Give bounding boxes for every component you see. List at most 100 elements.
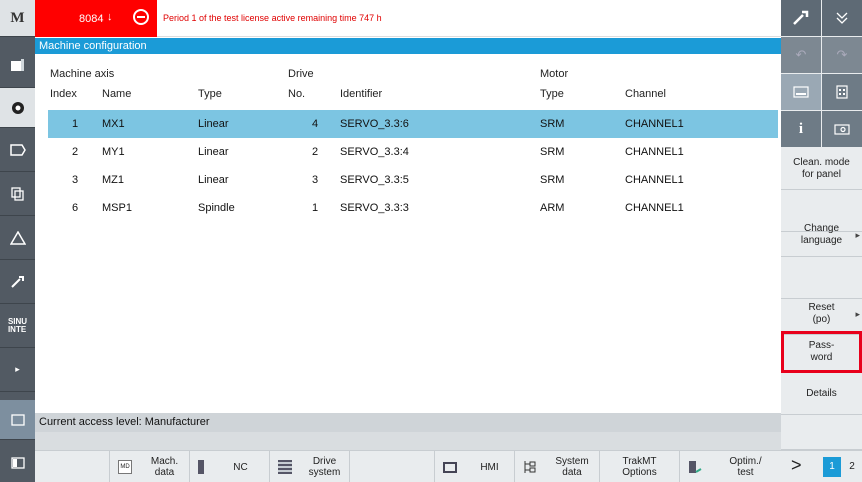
- program-button[interactable]: [0, 128, 35, 172]
- column-header-name: Name: [102, 88, 132, 100]
- wrench-icon: [10, 275, 24, 288]
- softkey-empty[interactable]: [35, 451, 110, 482]
- window-button[interactable]: [0, 400, 35, 440]
- softkey-label: Change language: [800, 223, 843, 246]
- cell-index: 1: [72, 118, 79, 130]
- table-row[interactable]: 6 MSP1 Spindle 1 SERVO_3.3:3 ARM CHANNEL…: [48, 194, 778, 222]
- settings-button[interactable]: [822, 0, 862, 36]
- target-icon: [11, 101, 24, 114]
- cell-channel: CHANNEL1: [625, 118, 684, 130]
- wrench-button[interactable]: [781, 0, 821, 36]
- column-header-identifier: Identifier: [340, 88, 383, 100]
- column-header-index: Index: [50, 88, 77, 100]
- next-page-button[interactable]: >: [791, 455, 802, 476]
- redo-button[interactable]: ↷: [822, 37, 862, 73]
- softkey-clean-mode[interactable]: Clean. mode for panel: [781, 148, 862, 190]
- cell-identifier: SERVO_3.3:3: [340, 202, 409, 214]
- softkey-label: Mach. data: [150, 456, 179, 478]
- softkey-label: Reset (po): [808, 301, 835, 325]
- wrench-icon: [793, 10, 809, 25]
- md-icon: MD: [118, 460, 132, 474]
- page-title: Machine configuration: [35, 38, 781, 54]
- softkey-trakmt-options[interactable]: TrakMT Options: [600, 451, 680, 482]
- softkey-label: HMI: [480, 461, 499, 473]
- alarm-message: Period 1 of the test license active rema…: [163, 13, 382, 23]
- cell-identifier: SERVO_3.3:5: [340, 174, 409, 186]
- cell-drive-no: 4: [312, 118, 319, 130]
- softkey-nc[interactable]: NC: [190, 451, 270, 482]
- panel-button[interactable]: [0, 444, 35, 482]
- arrow-icon: [9, 143, 26, 156]
- program-manager-button[interactable]: [0, 172, 35, 216]
- info-button[interactable]: i: [781, 111, 821, 147]
- softkey-empty[interactable]: [781, 415, 862, 450]
- softkey-label: NC: [233, 461, 248, 473]
- cancel-alarm-icon[interactable]: [133, 9, 149, 25]
- softkey-system-data[interactable]: System data: [515, 451, 600, 482]
- column-header-drive-no: No.: [288, 88, 306, 100]
- softkey-label: Pass- word: [808, 339, 835, 363]
- pencil-icon: [10, 58, 24, 71]
- softkey-label: TrakMT Options: [622, 456, 657, 478]
- redo-icon: ↷: [836, 47, 848, 62]
- cell-index: 6: [72, 202, 79, 214]
- vertical-softkey-bar: ↶ ↷ i Clean. mode for panel Change langu…: [781, 0, 862, 482]
- edit-program-button[interactable]: [0, 44, 35, 88]
- screenshot-button[interactable]: [822, 111, 862, 147]
- page-1-button[interactable]: 1: [823, 457, 841, 477]
- cell-motor-type: SRM: [540, 174, 565, 186]
- jog-button[interactable]: [0, 88, 35, 128]
- softkey-optim-test[interactable]: Optim./ test: [680, 451, 781, 482]
- expand-button[interactable]: ▸: [0, 348, 35, 392]
- softkey-mach-data[interactable]: MD Mach. data: [110, 451, 190, 482]
- alarm-number: 8084: [79, 13, 104, 25]
- info-icon: i: [798, 120, 804, 137]
- machine-configuration-table: Machine axis Drive Motor Index Name Type…: [35, 54, 781, 406]
- undo-icon: ↶: [795, 47, 807, 62]
- softkey-change-language[interactable]: Change language: [781, 214, 862, 257]
- softkey-password[interactable]: Pass- word: [781, 331, 862, 373]
- cell-type: Linear: [198, 174, 229, 186]
- alarm-number-box[interactable]: 8084 ↓: [35, 0, 157, 37]
- cell-drive-no: 1: [312, 202, 319, 214]
- diagnostics-button[interactable]: [0, 216, 35, 260]
- calculator-icon: [836, 85, 848, 99]
- calculator-button[interactable]: [822, 74, 862, 110]
- keyboard-icon: [793, 86, 809, 98]
- window-icon: [10, 413, 25, 426]
- cell-identifier: SERVO_3.3:6: [340, 118, 409, 130]
- coolant-icon: [836, 12, 848, 24]
- softkey-label: Drive system: [308, 456, 341, 478]
- table-row[interactable]: 1 MX1 Linear 4 SERVO_3.3:6 SRM CHANNEL1: [48, 110, 778, 138]
- softkey-details[interactable]: Details: [781, 373, 862, 415]
- cell-motor-type: SRM: [540, 118, 565, 130]
- sinumerik-integrate-button[interactable]: SINU INTE: [0, 304, 35, 348]
- softkey-empty[interactable]: [350, 451, 435, 482]
- horizontal-softkey-bar: MD Mach. data NC Drive system HMI System…: [35, 450, 781, 482]
- camera-icon: [834, 124, 850, 135]
- sinu-integrate-label: SINU INTE: [7, 316, 28, 334]
- page-2-button[interactable]: 2: [845, 457, 859, 477]
- cell-drive-no: 2: [312, 146, 319, 158]
- drive-icon: [278, 460, 292, 474]
- access-level-status: Current access level: Manufacturer: [35, 413, 781, 432]
- softkey-hmi[interactable]: HMI: [435, 451, 515, 482]
- table-row[interactable]: 3 MZ1 Linear 3 SERVO_3.3:5 SRM CHANNEL1: [48, 166, 778, 194]
- softkey-reset-po[interactable]: Reset (po): [781, 293, 862, 335]
- cell-name: MY1: [102, 146, 125, 158]
- alarm-arrow-icon: ↓: [107, 11, 113, 23]
- cell-name: MSP1: [102, 202, 132, 214]
- group-header-axis: Machine axis: [50, 68, 115, 80]
- cell-channel: CHANNEL1: [625, 146, 684, 158]
- undo-button[interactable]: ↶: [781, 37, 821, 73]
- cell-type: Spindle: [198, 202, 235, 214]
- keyboard-button[interactable]: [781, 74, 821, 110]
- table-row[interactable]: 2 MY1 Linear 2 SERVO_3.3:4 SRM CHANNEL1: [48, 138, 778, 166]
- softkey-drive-system[interactable]: Drive system: [270, 451, 350, 482]
- setup-button[interactable]: [0, 260, 35, 304]
- softkey-label: Details: [806, 387, 837, 399]
- machine-logo-button[interactable]: M: [0, 0, 35, 37]
- chevron-right-icon: ▸: [15, 364, 20, 374]
- group-header-motor: Motor: [540, 68, 569, 80]
- hmi-icon: [443, 461, 457, 473]
